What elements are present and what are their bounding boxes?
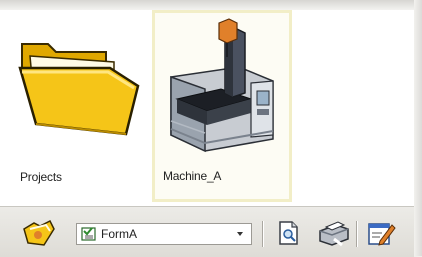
edit-button[interactable] bbox=[366, 219, 396, 249]
edit-icon bbox=[368, 223, 396, 246]
window-top-edge bbox=[0, 0, 422, 10]
print-button[interactable] bbox=[316, 219, 349, 249]
form-select-value: FormA bbox=[101, 227, 137, 241]
toolbar-separator bbox=[262, 221, 263, 247]
form-select[interactable]: FormA bbox=[76, 223, 252, 245]
open-folder-button[interactable] bbox=[22, 219, 55, 249]
print-preview-icon bbox=[279, 221, 298, 245]
window-right-edge bbox=[414, 0, 422, 256]
projects-item[interactable]: Projects bbox=[6, 10, 144, 202]
toolbar-separator bbox=[356, 221, 357, 247]
folder-icon bbox=[18, 43, 140, 136]
form-icon bbox=[81, 227, 96, 241]
machine-a-label: Machine_A bbox=[163, 169, 222, 183]
bottom-toolbar: FormA bbox=[0, 206, 414, 257]
icon-view: Projects Machine_A bbox=[0, 10, 414, 202]
projects-label: Projects bbox=[20, 170, 62, 184]
machine-a-item[interactable]: Machine_A bbox=[152, 10, 292, 202]
preview-button[interactable] bbox=[274, 219, 304, 249]
machine-icon bbox=[170, 18, 274, 153]
chevron-down-icon[interactable] bbox=[237, 232, 243, 236]
open-folder-icon bbox=[23, 219, 55, 246]
printer-icon bbox=[319, 221, 349, 247]
file-browser-window: Projects Machine_A FormA bbox=[0, 0, 422, 257]
